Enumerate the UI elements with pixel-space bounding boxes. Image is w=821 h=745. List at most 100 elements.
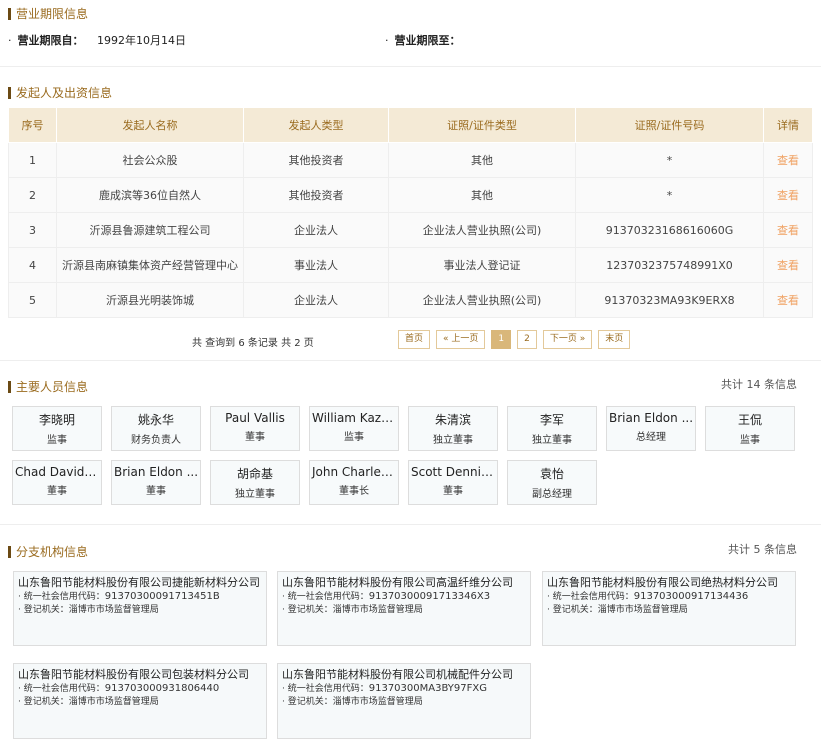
last-page-button[interactable]: 末页 [598, 330, 631, 349]
staff-name: John Charles ... [312, 465, 398, 479]
cell-name: 沂源县南麻镇集体资产经营管理中心 [56, 247, 244, 283]
branch-name: 山东鲁阳节能材料股份有限公司捷能新材料分公司 [18, 576, 260, 589]
branches-count: 共计 5 条信息 [728, 543, 797, 556]
branch-code: 913703000917134436 [633, 591, 749, 602]
page-2-button[interactable]: 2 [517, 330, 537, 349]
staff-role: 监事 [740, 435, 760, 446]
staff-card[interactable]: William Kaz P... 监事 [309, 406, 399, 451]
view-detail-link[interactable]: 查看 [763, 212, 813, 248]
table-row: 2 鹿成滨等36位自然人 其他投资者 其他 * 查看 [8, 177, 813, 213]
staff-name: 胡命基 [236, 467, 273, 481]
cell-cert-type: 企业法人营业执照(公司) [388, 212, 576, 248]
cell-no: 1 [8, 142, 57, 178]
branch-card[interactable]: 山东鲁阳节能材料股份有限公司捷能新材料分公司 · 统一社会信用代码：913703… [13, 571, 267, 646]
branch-name: 山东鲁阳节能材料股份有限公司绝热材料分公司 [547, 576, 778, 589]
staff-card[interactable]: 李晓明 监事 [12, 406, 102, 451]
col-header-cert-no: 证照/证件号码 [575, 107, 764, 143]
staff-count: 共计 14 条信息 [721, 378, 797, 391]
period-from-value: 1992年10月14日 [97, 34, 186, 47]
staff-card[interactable]: Chad David C... 董事 [12, 460, 102, 505]
staff-card[interactable]: 袁怡 副总经理 [507, 460, 597, 505]
section-marker [8, 7, 11, 20]
table-row: 4 沂源县南麻镇集体资产经营管理中心 事业法人 事业法人登记证 12370323… [8, 247, 813, 283]
cell-type: 企业法人 [243, 212, 389, 248]
pagination: 首页 « 上一页 1 2 下一页 » 末页 [398, 330, 631, 349]
branch-org-label: · 登记机关： [282, 697, 333, 707]
branch-card[interactable]: 山东鲁阳节能材料股份有限公司绝热材料分公司 · 统一社会信用代码：9137030… [542, 571, 796, 646]
staff-name: Brian Eldon ... [609, 411, 694, 425]
divider [0, 66, 821, 67]
staff-role: 总经理 [636, 432, 666, 443]
staff-card[interactable]: 李军 独立董事 [507, 406, 597, 451]
staff-role: 独立董事 [532, 435, 572, 446]
staff-title: 主要人员信息 [8, 378, 88, 395]
cell-cert-type: 事业法人登记证 [388, 247, 576, 283]
staff-card[interactable]: 朱清滨 独立董事 [408, 406, 498, 451]
col-header-detail: 详情 [763, 107, 813, 143]
staff-card[interactable]: John Charles ... 董事长 [309, 460, 399, 505]
page-1-button[interactable]: 1 [491, 330, 512, 349]
branch-org-line: · 登记机关：淄博市市场监督管理局 [282, 604, 526, 617]
branch-org: 淄博市市场监督管理局 [68, 697, 159, 707]
branch-org: 淄博市市场监督管理局 [597, 605, 688, 615]
view-detail-link[interactable]: 查看 [763, 142, 813, 178]
staff-role: 董事 [443, 486, 463, 497]
staff-card[interactable]: 姚永华 财务负责人 [111, 406, 201, 451]
branch-org-line: · 登记机关：淄博市市场监督管理局 [282, 696, 526, 709]
investors-table: 序号 发起人名称 发起人类型 证照/证件类型 证照/证件号码 详情 1 社会公众… [8, 107, 813, 318]
period-to-label: 营业期限至： [394, 34, 461, 47]
period-to: · 营业期限至： [385, 34, 461, 47]
section-title-text: 营业期限信息 [16, 7, 89, 21]
branch-org-label: · 登记机关： [18, 605, 69, 615]
next-page-button[interactable]: 下一页 » [542, 330, 593, 349]
branch-code: 91370300091713346X3 [368, 591, 491, 602]
section-marker [8, 380, 11, 393]
view-detail-link[interactable]: 查看 [763, 247, 813, 283]
branch-code-label: · 统一社会信用代码： [547, 592, 634, 602]
branch-card[interactable]: 山东鲁阳节能材料股份有限公司高温纤维分公司 · 统一社会信用代码：9137030… [277, 571, 531, 646]
investors-title: 发起人及出资信息 [8, 84, 112, 101]
branch-name: 山东鲁阳节能材料股份有限公司高温纤维分公司 [282, 576, 513, 589]
period-from: · 营业期限自： 1992年10月14日 [8, 34, 186, 47]
staff-card[interactable]: 王侃 监事 [705, 406, 795, 451]
section-title-text: 发起人及出资信息 [16, 86, 113, 100]
branch-card[interactable]: 山东鲁阳节能材料股份有限公司机械配件分公司 · 统一社会信用代码：9137030… [277, 663, 531, 739]
staff-card[interactable]: 胡命基 独立董事 [210, 460, 300, 505]
view-detail-link[interactable]: 查看 [763, 177, 813, 213]
staff-name: Brian Eldon ... [114, 465, 199, 479]
branch-org: 淄博市市场监督管理局 [68, 605, 159, 615]
table-row: 5 沂源县光明装饰城 企业法人 企业法人营业执照(公司) 91370323MA9… [8, 282, 813, 318]
staff-card[interactable]: Paul Vallis 董事 [210, 406, 300, 451]
staff-name: William Kaz P... [312, 411, 398, 425]
pager-info: 共 查询到 6 条记录 共 2 页 [192, 338, 314, 349]
section-title-text: 主要人员信息 [16, 380, 89, 394]
view-detail-link[interactable]: 查看 [763, 282, 813, 318]
cell-name: 社会公众股 [56, 142, 244, 178]
cell-cert-no: * [575, 142, 764, 178]
staff-name: 李晓明 [38, 413, 75, 427]
branch-name: 山东鲁阳节能材料股份有限公司机械配件分公司 [282, 668, 513, 681]
cell-no: 2 [8, 177, 57, 213]
staff-role: 董事 [245, 432, 265, 443]
cell-cert-no: * [575, 177, 764, 213]
cell-type: 其他投资者 [243, 177, 389, 213]
staff-name: Chad David C... [15, 465, 101, 479]
cell-name: 沂源县鲁源建筑工程公司 [56, 212, 244, 248]
cell-cert-no: 91370323MA93K9ERX8 [575, 282, 764, 318]
branch-card[interactable]: 山东鲁阳节能材料股份有限公司包装材料分公司 · 统一社会信用代码：9137030… [13, 663, 267, 739]
branch-code-line: · 统一社会信用代码：91370300091713451B [18, 590, 262, 604]
branch-org-line: · 登记机关：淄博市市场监督管理局 [18, 604, 262, 617]
cell-no: 3 [8, 212, 57, 248]
staff-role: 董事长 [339, 486, 369, 497]
prev-page-button[interactable]: « 上一页 [436, 330, 486, 349]
branch-code-label: · 统一社会信用代码： [282, 684, 369, 694]
first-page-button[interactable]: 首页 [398, 330, 431, 349]
staff-name: 李军 [539, 413, 564, 427]
cell-cert-no: 91370323168616060G [575, 212, 764, 248]
cell-cert-type: 企业法人营业执照(公司) [388, 282, 576, 318]
branch-org: 淄博市市场监督管理局 [332, 697, 423, 707]
staff-card[interactable]: Scott Dennis ... 董事 [408, 460, 498, 505]
staff-card[interactable]: Brian Eldon ... 董事 [111, 460, 201, 505]
staff-name: 王侃 [737, 413, 762, 427]
staff-card[interactable]: Brian Eldon ... 总经理 [606, 406, 696, 451]
